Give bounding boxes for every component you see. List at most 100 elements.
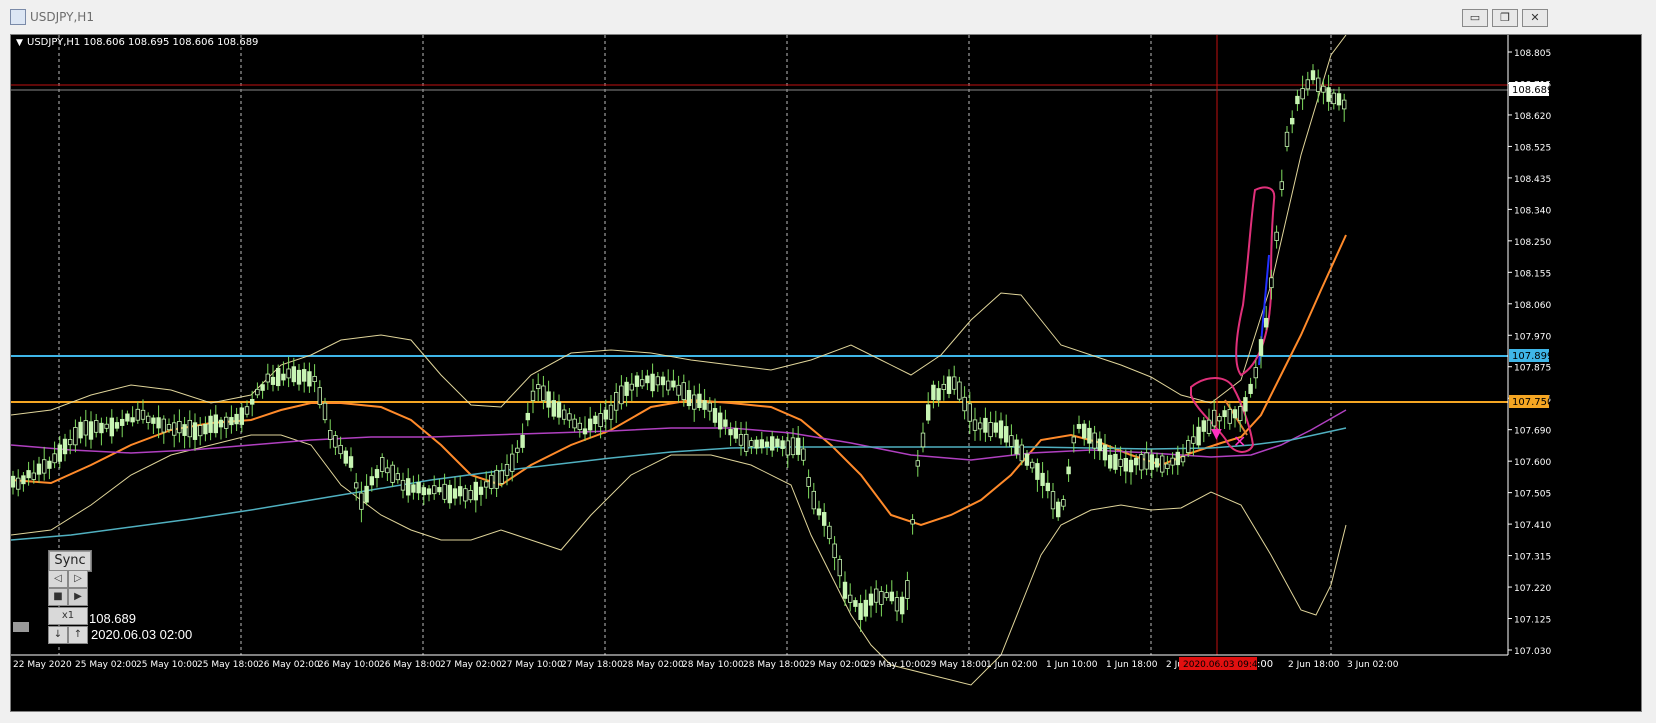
candle-body xyxy=(707,402,712,412)
bollinger-lower xyxy=(11,434,1347,686)
candle-body xyxy=(307,371,312,387)
time-axis-label: 1 Jun 02:00 xyxy=(986,660,1038,670)
candle-body xyxy=(796,437,801,455)
candle-body xyxy=(1227,409,1232,424)
candle-body xyxy=(177,420,182,434)
candle-body xyxy=(1310,70,1316,81)
candle-body xyxy=(728,429,733,436)
candle-body xyxy=(900,596,905,615)
price-tick-label: 108.250 xyxy=(1514,238,1551,248)
chart-canvas[interactable]: ▼ ✕ 108.805108.715108.620108.525108.4351… xyxy=(11,35,1641,711)
candle-body xyxy=(785,440,790,456)
sync-button[interactable]: Sync xyxy=(49,551,91,571)
candle-body xyxy=(411,484,416,493)
candle-body xyxy=(920,432,926,448)
speed-up-button[interactable]: ↑ xyxy=(68,626,88,644)
price-chart[interactable]: ▼ ✕ 108.805108.715108.620108.525108.4351… xyxy=(10,34,1642,712)
candle-body xyxy=(317,387,322,405)
speed-down-button[interactable]: ↓ xyxy=(48,626,68,644)
candle-body xyxy=(582,428,588,435)
candle-body xyxy=(946,376,952,394)
candle-body xyxy=(265,373,270,383)
candle-body xyxy=(749,440,754,447)
candle-body xyxy=(421,487,426,496)
candle-body xyxy=(608,404,614,420)
time-axis-label: 27 May 18:00 xyxy=(561,660,623,670)
candle-body xyxy=(1030,461,1035,469)
time-axis-label: 28 May 10:00 xyxy=(682,660,744,670)
time-axis-label: 25 May 10:00 xyxy=(136,660,198,670)
candle-body xyxy=(816,508,822,516)
price-tick-label: 108.060 xyxy=(1514,301,1551,311)
candle-body xyxy=(239,407,244,425)
step-back-button[interactable]: ◁ xyxy=(48,570,68,588)
candle-body xyxy=(109,417,114,437)
candle-body xyxy=(73,427,78,446)
price-tick-label: 108.805 xyxy=(1514,49,1551,59)
candle-body xyxy=(1154,458,1160,468)
candle-body xyxy=(588,418,593,431)
candle-body xyxy=(910,519,915,525)
candle-body xyxy=(603,409,608,420)
candle-body xyxy=(1087,427,1092,444)
candle-body xyxy=(234,413,239,425)
tester-price-readout: 108.689 xyxy=(89,611,136,626)
minimize-button[interactable]: ▭ xyxy=(1462,9,1488,27)
restore-button[interactable]: ❐ xyxy=(1492,9,1518,27)
candle-body xyxy=(1217,416,1222,422)
candle-body xyxy=(1092,432,1097,449)
price-tick-label: 107.505 xyxy=(1514,490,1551,500)
price-tick-label: 107.030 xyxy=(1514,647,1551,657)
candle-body xyxy=(494,469,499,489)
candle-body xyxy=(104,423,109,429)
time-axis-label: 29 May 02:00 xyxy=(804,660,866,670)
time-axis-label: 1 Jun 18:00 xyxy=(1106,660,1158,670)
candle-body xyxy=(182,424,187,436)
speed-button[interactable]: x1 xyxy=(48,607,88,625)
time-axis-label: 29 May 18:00 xyxy=(925,660,987,670)
price-tick-label: 107.220 xyxy=(1514,584,1551,594)
candle-body xyxy=(348,456,354,468)
candle-body xyxy=(1040,472,1045,486)
orange-line-tag: 107.750 xyxy=(1512,397,1553,408)
candle-body xyxy=(884,592,889,599)
candle-body xyxy=(343,450,348,464)
candle-body xyxy=(218,419,224,428)
candle-body xyxy=(780,440,785,449)
time-axis-label: 26 May 02:00 xyxy=(258,660,320,670)
candle-body xyxy=(832,543,837,559)
candle-body xyxy=(1082,423,1087,439)
candle-body xyxy=(666,380,671,391)
candle-body xyxy=(889,591,894,602)
candle-body xyxy=(1160,455,1165,473)
candle-body xyxy=(1165,463,1170,469)
candle-body xyxy=(692,394,697,410)
candle-body xyxy=(842,581,848,599)
stop-button[interactable]: ■ xyxy=(48,588,68,606)
candle-body xyxy=(1191,436,1196,444)
time-axis-label: 22 May 2020 xyxy=(13,660,72,670)
candle-body xyxy=(1024,453,1030,466)
step-forward-button[interactable]: ▷ xyxy=(68,570,88,588)
candle-body xyxy=(1331,92,1336,105)
candle-body xyxy=(275,368,281,387)
candle-body xyxy=(1014,439,1019,455)
scroll-handle[interactable] xyxy=(13,622,29,632)
time-axis-label: 3 Jun 02:00 xyxy=(1347,660,1399,670)
close-button[interactable]: ✕ xyxy=(1522,9,1548,27)
candle-body xyxy=(1149,454,1154,470)
play-button[interactable]: ▶ xyxy=(68,588,88,606)
candle-body xyxy=(759,439,764,449)
candle-body xyxy=(187,419,192,438)
blue-line-tag: 107.899 xyxy=(1512,351,1553,362)
time-axis-label: 25 May 18:00 xyxy=(197,660,259,670)
candle-body xyxy=(249,398,255,405)
candle-body xyxy=(1326,87,1331,102)
candle-body xyxy=(520,434,525,448)
candle-body xyxy=(31,472,36,480)
candle-body xyxy=(94,420,99,433)
candle-body xyxy=(874,588,879,603)
candle-body xyxy=(629,383,634,391)
candle-body xyxy=(333,435,338,448)
candle-body xyxy=(530,390,536,401)
